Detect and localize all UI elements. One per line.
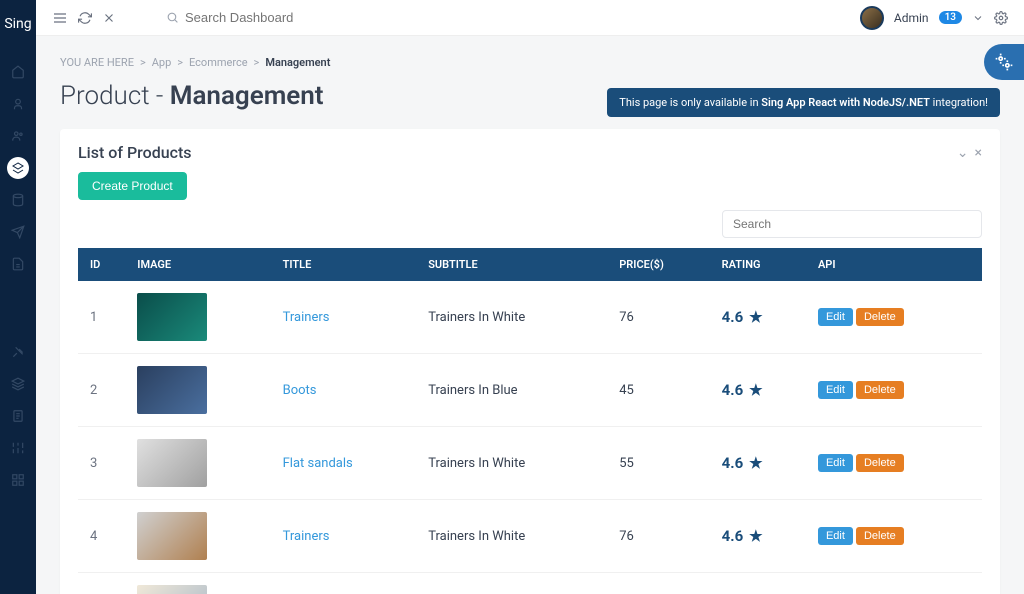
table-row: 2 Boots Trainers In Blue 45 4.6 ★ EditDe… — [78, 354, 982, 427]
delete-button[interactable]: Delete — [856, 454, 904, 472]
product-image[interactable] — [137, 366, 207, 414]
table-row: 3 Flat sandals Trainers In White 55 4.6 … — [78, 427, 982, 500]
cell-id: 3 — [78, 427, 129, 500]
rating: 4.6 ★ — [722, 308, 802, 326]
star-icon: ★ — [749, 308, 762, 326]
search-box[interactable] — [166, 10, 345, 25]
topbar: Admin 13 — [36, 0, 1024, 36]
card-title: List of Products — [78, 143, 192, 162]
sidebar: Sing — [0, 0, 36, 594]
cell-price: 76 — [611, 500, 713, 573]
search-input[interactable] — [185, 10, 345, 25]
product-title-link[interactable]: Trainers — [283, 310, 330, 325]
sidebar-item-database[interactable] — [0, 184, 36, 216]
col-subtitle[interactable]: SUBTITLE — [420, 248, 611, 281]
close-icon[interactable] — [102, 11, 116, 25]
star-icon: ★ — [749, 381, 762, 399]
cell-price: 45 — [611, 354, 713, 427]
notification-badge[interactable]: 13 — [939, 11, 962, 24]
product-image[interactable] — [137, 439, 207, 487]
avatar[interactable] — [860, 6, 884, 30]
edit-button[interactable]: Edit — [818, 454, 853, 472]
breadcrumb: YOU ARE HERE > App > Ecommerce > Managem… — [60, 56, 1000, 69]
cell-image — [129, 354, 274, 427]
edit-button[interactable]: Edit — [818, 381, 853, 399]
product-image[interactable] — [137, 293, 207, 341]
chevron-down-icon[interactable] — [972, 12, 984, 24]
col-id[interactable]: ID — [78, 248, 129, 281]
cell-id: 1 — [78, 281, 129, 354]
product-title-link[interactable]: Trainers — [283, 529, 330, 544]
sidebar-item-home[interactable] — [0, 56, 36, 88]
content: YOU ARE HERE > App > Ecommerce > Managem… — [36, 36, 1024, 594]
table-row: 4 Trainers Trainers In White 76 4.6 ★ Ed… — [78, 500, 982, 573]
table-row: 5 Boots Trainers In Blue 45 4.6 ★ EditDe… — [78, 573, 982, 594]
sidebar-item-package[interactable] — [0, 368, 36, 400]
col-api[interactable]: API — [810, 248, 982, 281]
cell-subtitle: Trainers In Blue — [420, 573, 611, 594]
cell-image — [129, 500, 274, 573]
cell-image — [129, 573, 274, 594]
star-icon: ★ — [749, 527, 762, 545]
edit-button[interactable]: Edit — [818, 308, 853, 326]
col-rating[interactable]: RATING — [714, 248, 810, 281]
cell-image — [129, 427, 274, 500]
product-image[interactable] — [137, 512, 207, 560]
cell-id: 5 — [78, 573, 129, 594]
col-price[interactable]: PRICE($) — [611, 248, 713, 281]
breadcrumb-item[interactable]: Ecommerce — [189, 56, 248, 69]
delete-button[interactable]: Delete — [856, 381, 904, 399]
sidebar-item-sliders[interactable] — [0, 432, 36, 464]
gear-icon[interactable] — [994, 11, 1008, 25]
main: Admin 13 YOU ARE HERE > App > Ecommerce … — [36, 0, 1024, 594]
sidebar-item-ecommerce[interactable] — [0, 152, 36, 184]
edit-button[interactable]: Edit — [818, 527, 853, 545]
rating: 4.6 ★ — [722, 527, 802, 545]
sidebar-item-users[interactable] — [0, 120, 36, 152]
product-title-link[interactable]: Flat sandals — [283, 456, 353, 471]
cell-subtitle: Trainers In Blue — [420, 354, 611, 427]
cell-subtitle: Trainers In White — [420, 281, 611, 354]
table-search-input[interactable] — [722, 210, 982, 238]
cell-image — [129, 281, 274, 354]
sidebar-item-doc[interactable] — [0, 400, 36, 432]
sidebar-item-user[interactable] — [0, 88, 36, 120]
rating: 4.6 ★ — [722, 454, 802, 472]
products-card: List of Products ⌄ × Create Product ID I… — [60, 129, 1000, 594]
menu-icon[interactable] — [52, 10, 68, 26]
col-title[interactable]: TITLE — [275, 248, 421, 281]
rating: 4.6 ★ — [722, 381, 802, 399]
cell-subtitle: Trainers In White — [420, 500, 611, 573]
breadcrumb-current: Management — [265, 56, 330, 69]
cell-price: 76 — [611, 281, 713, 354]
table-row: 1 Trainers Trainers In White 76 4.6 ★ Ed… — [78, 281, 982, 354]
sidebar-item-file[interactable] — [0, 248, 36, 280]
col-image[interactable]: IMAGE — [129, 248, 274, 281]
sidebar-item-grid[interactable] — [0, 464, 36, 496]
create-product-button[interactable]: Create Product — [78, 172, 187, 200]
breadcrumb-label: YOU ARE HERE — [60, 56, 134, 69]
breadcrumb-item[interactable]: App — [152, 56, 172, 69]
search-icon — [166, 11, 179, 24]
refresh-icon[interactable] — [78, 11, 92, 25]
cell-price: 55 — [611, 427, 713, 500]
product-image[interactable] — [137, 585, 207, 594]
cell-subtitle: Trainers In White — [420, 427, 611, 500]
sidebar-item-send[interactable] — [0, 216, 36, 248]
products-table: ID IMAGE TITLE SUBTITLE PRICE($) RATING … — [78, 248, 982, 594]
cell-price: 45 — [611, 573, 713, 594]
card-collapse-icon[interactable]: ⌄ — [957, 145, 969, 161]
info-banner: This page is only available in Sing App … — [607, 88, 1000, 117]
delete-button[interactable]: Delete — [856, 527, 904, 545]
sidebar-item-tools[interactable] — [0, 336, 36, 368]
delete-button[interactable]: Delete — [856, 308, 904, 326]
cell-id: 2 — [78, 354, 129, 427]
cell-id: 4 — [78, 500, 129, 573]
product-title-link[interactable]: Boots — [283, 383, 317, 398]
admin-name: Admin — [894, 11, 929, 25]
card-close-icon[interactable]: × — [975, 145, 982, 161]
logo[interactable]: Sing — [4, 0, 31, 56]
star-icon: ★ — [749, 454, 762, 472]
